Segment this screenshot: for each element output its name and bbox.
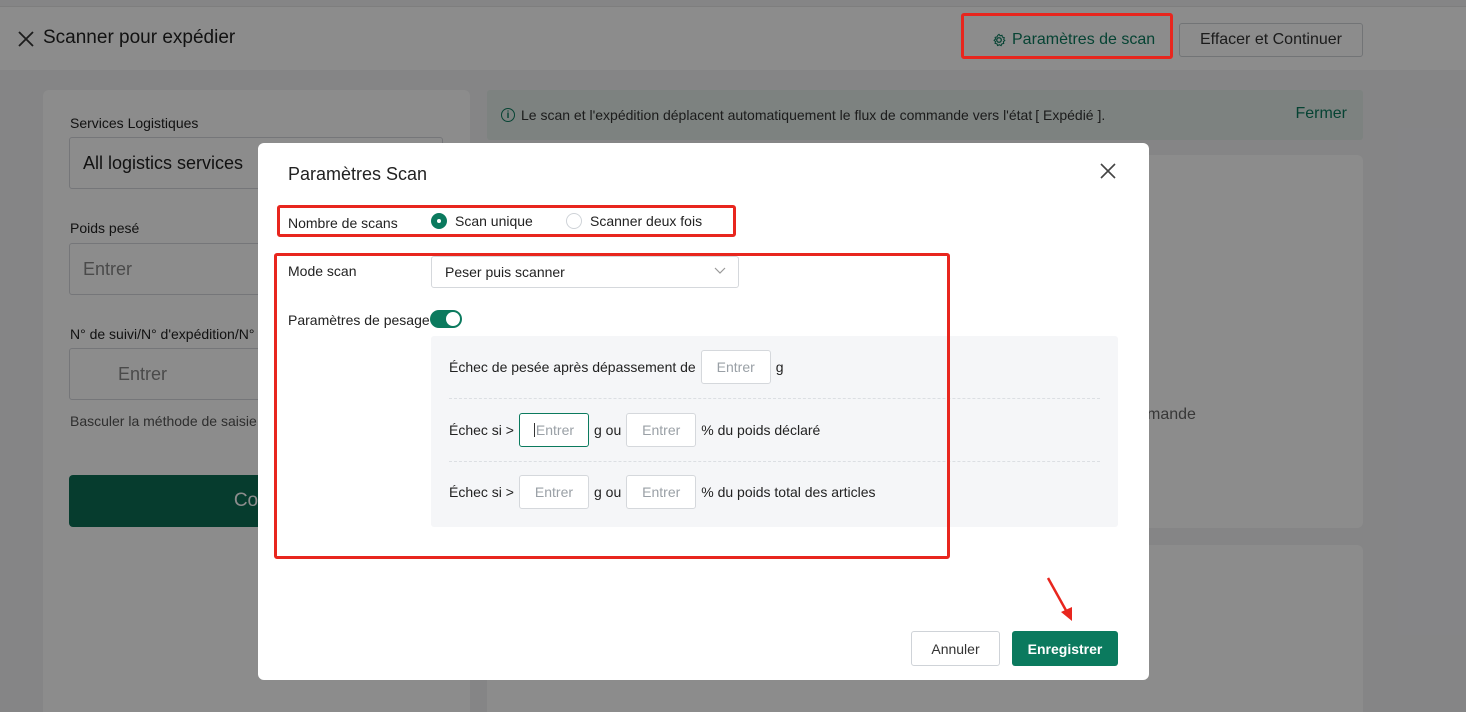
weigh-settings-box: Échec de pesée après dépassement de Entr… [431,336,1118,527]
toggle-knob [446,312,460,326]
cancel-button[interactable]: Annuler [911,631,1000,666]
total-grams-input[interactable]: Entrer [518,475,589,509]
chevron-down-icon [714,267,726,274]
declared-percent-input[interactable]: Entrer [626,413,697,447]
row1-suffix: g [775,359,784,375]
row-divider [449,398,1100,399]
scan-mode-value: Peser puis scanner [445,264,565,280]
scan-mode-select[interactable]: Peser puis scanner [431,256,739,288]
row3-suffix: % du poids total des articles [701,484,876,500]
modal-close-icon[interactable] [1098,161,1118,181]
row2-mid: g ou [593,422,622,438]
mode-label: Mode scan [288,263,357,279]
row3-prefix: Échec si > [449,484,514,500]
radio-unchecked-icon [566,213,582,229]
overflow-weight-input[interactable]: Entrer [700,350,771,384]
weigh-row-total: Échec si > Entrer g ou Entrer % du poids… [449,475,876,509]
radio-double-scan[interactable]: Scanner deux fois [566,213,702,229]
radio-single-scan[interactable]: Scan unique [431,213,533,229]
weigh-settings-label: Paramètres de pesage [288,312,430,328]
annotation-arrow-icon [1046,577,1072,621]
row3-mid: g ou [593,484,622,500]
text-caret [533,423,535,437]
total-percent-input[interactable]: Entrer [626,475,697,509]
weigh-row-declared: Échec si > Entrer g ou Entrer % du poids… [449,413,820,447]
weigh-row-overflow: Échec de pesée après dépassement de Entr… [449,350,784,384]
declared-grams-input[interactable]: Entrer [518,413,589,447]
radio-double-label: Scanner deux fois [590,213,703,229]
declared-grams-placeholder: Entrer [535,422,575,438]
row2-suffix: % du poids déclaré [701,422,821,438]
weigh-settings-toggle[interactable] [430,310,462,328]
radio-single-label: Scan unique [455,213,533,229]
row-divider [449,461,1100,462]
save-button[interactable]: Enregistrer [1012,631,1118,666]
scan-settings-modal: Paramètres Scan Nombre de scans Scan uni… [258,143,1149,680]
modal-title: Paramètres Scan [288,164,428,184]
radio-checked-icon [431,213,447,229]
scan-count-label: Nombre de scans [288,215,398,231]
row1-prefix: Échec de pesée après dépassement de [449,359,696,375]
row2-prefix: Échec si > [449,422,514,438]
